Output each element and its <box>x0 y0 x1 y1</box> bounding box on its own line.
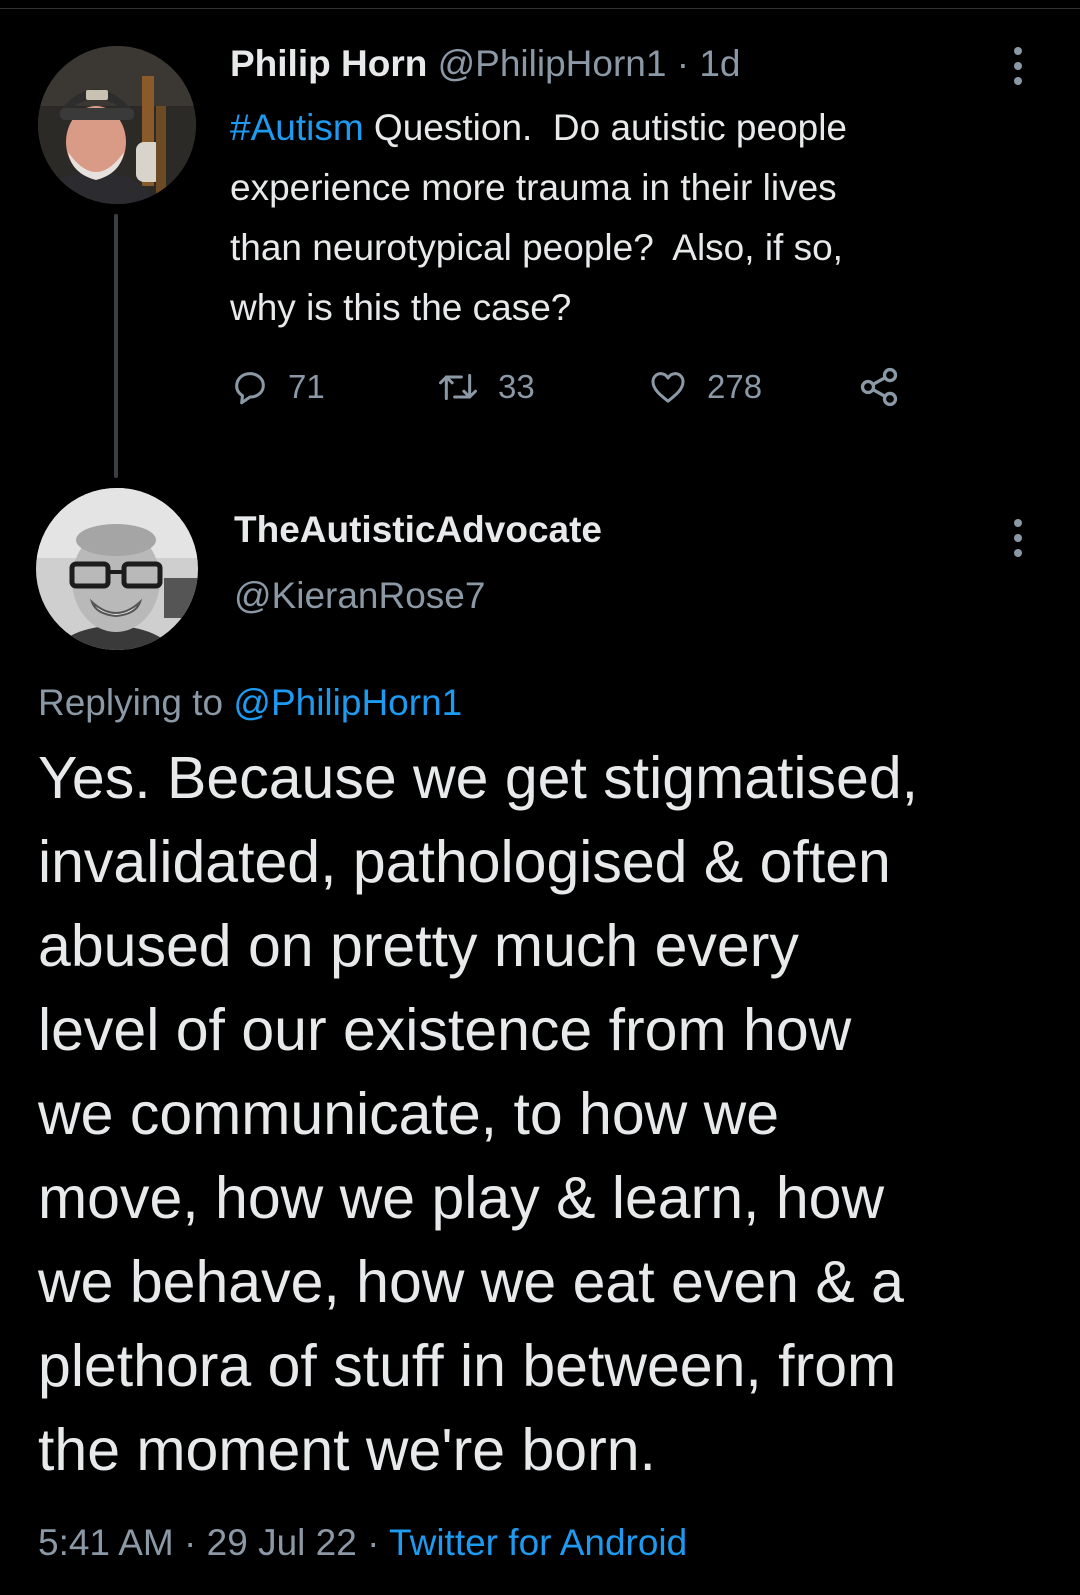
reply-text-line-7: we behave, how we eat even & a <box>38 1249 904 1315</box>
like-button[interactable]: 278 <box>647 367 857 407</box>
like-count: 278 <box>707 368 763 405</box>
parent-tweet-actions: 71 33 278 <box>230 362 901 412</box>
tweet-time[interactable]: 5:41 AM <box>38 1522 174 1563</box>
reply-text-line-5: we communicate, to how we <box>38 1081 780 1147</box>
reply-author-handle[interactable]: @KieranRose7 <box>234 572 485 620</box>
parent-handle-text[interactable]: @PhilipHorn1 <box>438 43 667 84</box>
reply-text-line-2: invalidated, pathologised & often <box>38 829 891 895</box>
tweet-date[interactable]: 29 Jul 22 <box>207 1522 357 1563</box>
replying-to-line: Replying to @PhilipHorn1 <box>38 678 462 728</box>
more-icon-dot <box>1014 549 1022 557</box>
philip-horn-avatar[interactable] <box>38 46 196 204</box>
share-icon <box>857 365 901 409</box>
reply-text-line-3: abused on pretty much every <box>38 913 799 979</box>
meta-separator: · <box>356 1522 390 1563</box>
parent-author-name[interactable]: Philip Horn <box>230 43 427 84</box>
reply-author-name[interactable]: TheAutisticAdvocate <box>234 506 602 554</box>
replying-to-label: Replying to <box>38 682 234 723</box>
more-icon-dot <box>1014 47 1022 55</box>
like-icon <box>647 367 689 407</box>
retweet-count: 33 <box>498 368 535 405</box>
parent-author-handle[interactable]: @PhilipHorn1 <box>438 43 667 84</box>
reply-text-line-6: move, how we play & learn, how <box>38 1165 885 1231</box>
parent-text-line-1: Question. Do autistic people <box>363 107 847 148</box>
reply-tweet-text: Yes. Because we get stigmatised, invalid… <box>38 736 1058 1492</box>
tweet-metadata: 5:41 AM · 29 Jul 22 · Twitter for Androi… <box>38 1518 687 1568</box>
meta-separator: · <box>173 1522 207 1563</box>
more-icon-dot <box>1014 519 1022 527</box>
parent-tweet-header: Philip Horn @PhilipHorn1 · 1d <box>230 40 741 88</box>
reply-text-line-8: plethora of stuff in between, from <box>38 1333 897 1399</box>
top-divider <box>0 8 1080 9</box>
tweet-source-link[interactable]: Twitter for Android <box>389 1522 687 1563</box>
retweet-button[interactable]: 33 <box>436 367 647 407</box>
parent-separator: · <box>666 43 700 84</box>
more-icon-dot <box>1014 77 1022 85</box>
autism-hashtag[interactable]: #Autism <box>230 107 364 148</box>
the-autistic-advocate-avatar[interactable] <box>36 488 198 650</box>
retweet-icon <box>436 367 480 407</box>
thread-connector-line <box>114 214 118 478</box>
parent-more-button[interactable] <box>998 42 1038 90</box>
reply-text-line-9: the moment we're born. <box>38 1417 656 1483</box>
parent-text-line-4: why is this the case? <box>230 287 572 328</box>
reply-icon <box>230 367 270 407</box>
reply-button[interactable]: 71 <box>230 367 436 407</box>
parent-timestamp[interactable]: 1d <box>699 43 740 84</box>
replying-to-mention[interactable]: @PhilipHorn1 <box>233 682 462 723</box>
reply-count: 71 <box>288 368 325 405</box>
share-button[interactable] <box>857 365 901 409</box>
reply-text-line-4: level of our existence from how <box>38 997 852 1063</box>
reply-more-button[interactable] <box>998 514 1038 562</box>
reply-text-line-1: Yes. Because we get stigmatised, <box>38 745 919 811</box>
more-icon-dot <box>1014 62 1022 70</box>
parent-text-line-3: than neurotypical people? Also, if so, <box>230 227 843 268</box>
more-icon-dot <box>1014 534 1022 542</box>
parent-text-line-2: experience more trauma in their lives <box>230 167 837 208</box>
parent-tweet-text: #Autism Question. Do autistic people exp… <box>230 98 1010 338</box>
